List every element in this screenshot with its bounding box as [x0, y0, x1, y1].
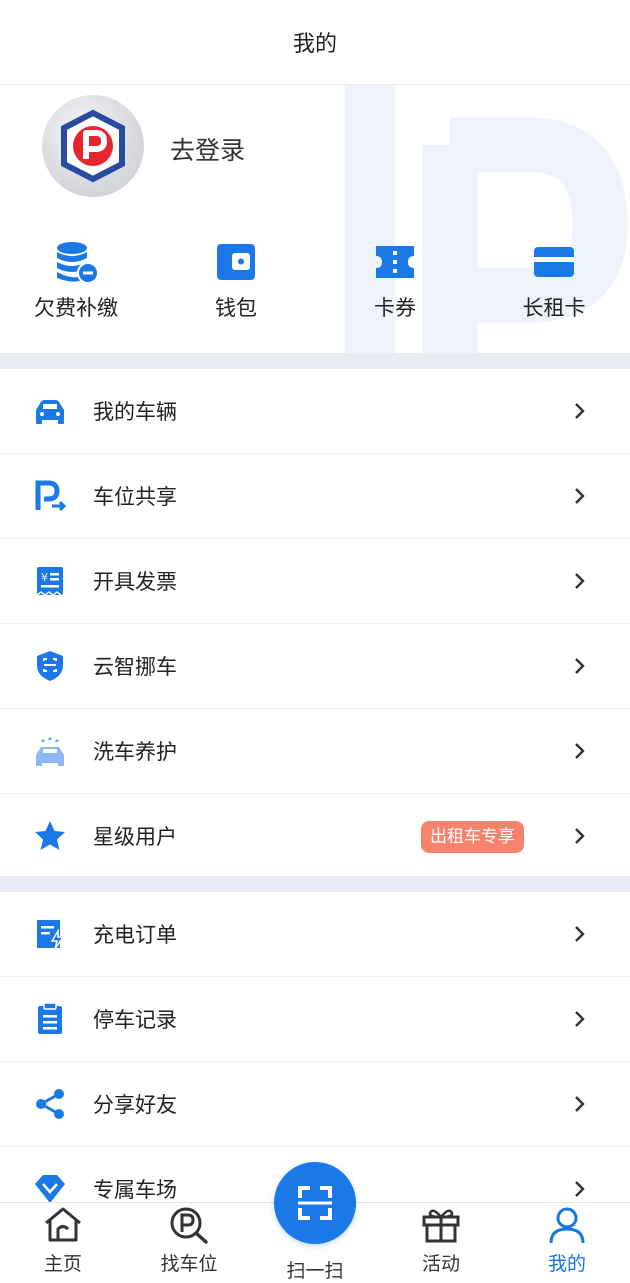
chevron-right-icon — [575, 403, 585, 419]
share-icon — [36, 1089, 64, 1119]
page-header: 我的 — [0, 0, 630, 85]
quick-long-term-card[interactable]: 长租卡 — [489, 240, 619, 322]
menu-item-label: 充电订单 — [93, 923, 177, 947]
car-wash-icon — [36, 737, 64, 766]
home-icon — [45, 1207, 81, 1242]
diamond-icon — [35, 1175, 65, 1203]
charging-order-icon — [37, 920, 65, 950]
gift-icon — [422, 1209, 460, 1243]
chevron-right-icon — [575, 1096, 585, 1112]
card-icon — [534, 247, 574, 277]
menu-item-parking-share[interactable]: 车位共享 — [0, 454, 630, 539]
user-icon — [549, 1207, 585, 1244]
menu-item-label: 专属车场 — [93, 1178, 177, 1202]
menu-item-label: 星级用户 — [93, 825, 177, 849]
menu-item-invoice[interactable]: ¥ 开具发票 — [0, 539, 630, 624]
tab-mine[interactable]: 我的 — [517, 1203, 617, 1281]
menu-item-label: 车位共享 — [93, 485, 177, 509]
chevron-right-icon — [575, 488, 585, 504]
quick-coupon[interactable]: 卡券 — [330, 240, 460, 322]
menu-item-star-user[interactable]: 星级用户 出租车专享 — [0, 794, 630, 878]
scan-button[interactable] — [274, 1162, 356, 1244]
coupon-icon — [376, 246, 414, 278]
menu-item-label: 分享好友 — [93, 1093, 177, 1117]
menu-group-1: 我的车辆 车位共享 ¥ 开具发票 云智挪车 洗车养护 星级用户 出租车专享 — [0, 369, 630, 878]
menu-item-move-car[interactable]: 云智挪车 — [0, 624, 630, 709]
invoice-icon: ¥ — [36, 567, 63, 596]
parking-share-icon — [35, 480, 67, 512]
avatar[interactable] — [42, 95, 144, 197]
chevron-right-icon — [575, 926, 585, 942]
quick-action-label: 欠费补缴 — [34, 296, 118, 320]
tab-label: 活动 — [421, 1253, 460, 1275]
parking-search-icon — [170, 1207, 208, 1244]
tab-label: 找车位 — [160, 1253, 218, 1275]
menu-item-label: 云智挪车 — [93, 655, 177, 679]
star-icon — [35, 821, 65, 850]
menu-item-charging-orders[interactable]: 充电订单 — [0, 892, 630, 977]
menu-item-label: 洗车养护 — [93, 740, 177, 764]
menu-item-car-wash[interactable]: 洗车养护 — [0, 709, 630, 794]
scan-icon — [298, 1186, 332, 1220]
tab-activity[interactable]: 活动 — [391, 1203, 491, 1281]
svg-text:¥: ¥ — [41, 571, 48, 584]
login-link[interactable]: 去登录 — [170, 131, 245, 167]
wallet-icon — [217, 244, 255, 280]
chevron-right-icon — [575, 828, 585, 844]
chevron-right-icon — [575, 658, 585, 674]
chevron-right-icon — [575, 1181, 585, 1197]
menu-item-parking-records[interactable]: 停车记录 — [0, 977, 630, 1062]
section-separator — [0, 876, 630, 892]
taxi-exclusive-badge: 出租车专享 — [421, 821, 524, 853]
tab-label: 主页 — [43, 1253, 82, 1275]
parking-logo-icon — [61, 109, 125, 183]
quick-action-label: 钱包 — [215, 296, 257, 320]
quick-action-label: 卡券 — [374, 296, 416, 320]
tab-label: 我的 — [547, 1253, 586, 1275]
menu-item-share-friends[interactable]: 分享好友 — [0, 1062, 630, 1147]
chevron-right-icon — [575, 573, 585, 589]
quick-arrears-payment[interactable]: 欠费补缴 — [11, 240, 141, 322]
menu-item-my-vehicles[interactable]: 我的车辆 — [0, 369, 630, 454]
profile-section: 去登录 欠费补缴 钱包 卡券 长租卡 — [0, 85, 630, 353]
menu-item-label: 开具发票 — [93, 570, 177, 594]
arrears-payment-icon — [57, 242, 98, 284]
quick-wallet[interactable]: 钱包 — [171, 240, 301, 322]
menu-item-label: 停车记录 — [93, 1008, 177, 1032]
tab-home[interactable]: 主页 — [13, 1203, 113, 1281]
section-separator — [0, 353, 630, 369]
quick-action-label: 长租卡 — [522, 296, 586, 320]
chevron-right-icon — [575, 1011, 585, 1027]
shield-car-icon — [37, 651, 63, 681]
chevron-right-icon — [575, 743, 585, 759]
menu-item-label: 我的车辆 — [93, 400, 177, 424]
page-title: 我的 — [292, 32, 337, 57]
scan-label: 扫一扫 — [286, 1260, 344, 1282]
tab-find-parking[interactable]: 找车位 — [139, 1203, 239, 1281]
clipboard-icon — [38, 1002, 62, 1034]
car-icon — [36, 400, 64, 424]
